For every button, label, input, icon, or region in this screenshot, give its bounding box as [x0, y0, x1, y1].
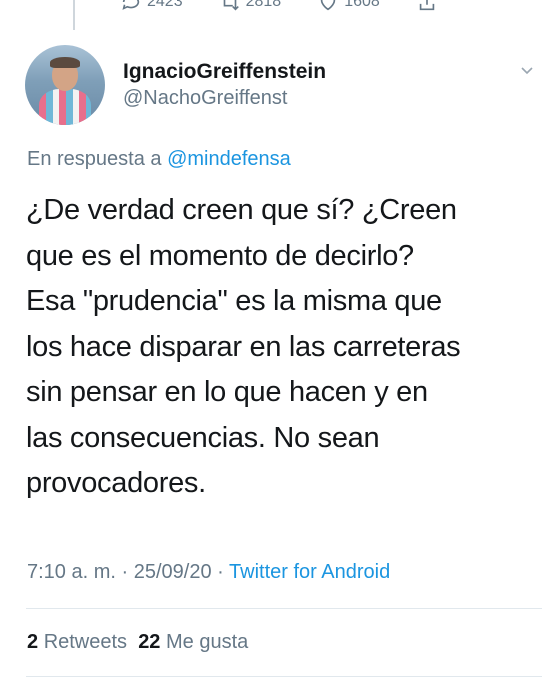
- retweet-icon: [223, 0, 239, 11]
- share-action[interactable]: [416, 0, 438, 13]
- retweets-label: Retweets: [43, 631, 128, 653]
- tweet-source-link[interactable]: Twitter for Android: [229, 561, 390, 583]
- tweet-text: ¿De verdad creen que sí? ¿Creen que es e…: [26, 194, 461, 499]
- reply-context: En respuesta a @mindefensa: [27, 148, 291, 171]
- meta-separator: ·: [217, 561, 224, 583]
- avatar[interactable]: [25, 45, 105, 125]
- thread-connector-line: [73, 0, 75, 30]
- likes-label: Me gusta: [166, 631, 249, 653]
- like-icon: [320, 0, 336, 11]
- chevron-down-icon[interactable]: [520, 63, 534, 77]
- reply-icon: [122, 0, 140, 10]
- retweets-stat[interactable]: 2 Retweets: [27, 631, 127, 653]
- author-names: IgnacioGreiffenstein @NachoGreiffenst: [123, 59, 540, 112]
- like-action[interactable]: 1608: [317, 0, 380, 13]
- divider: [26, 608, 542, 609]
- likes-count: 22: [138, 631, 161, 653]
- author-display-name[interactable]: IgnacioGreiffenstein: [123, 59, 540, 85]
- author-handle[interactable]: @NachoGreiffenst: [123, 85, 540, 112]
- tweet-meta: 7:10 a. m. · 25/09/20 · Twitter for Andr…: [27, 561, 390, 584]
- likes-stat[interactable]: 22 Me gusta: [138, 631, 248, 653]
- retweet-action[interactable]: 2818: [219, 0, 282, 13]
- meta-separator: ·: [121, 561, 129, 583]
- reply-action[interactable]: 2423: [120, 0, 183, 13]
- reply-count: 2423: [147, 0, 183, 10]
- tweet-header: IgnacioGreiffenstein @NachoGreiffenst: [25, 45, 540, 125]
- tweet-stats: 2 Retweets 22 Me gusta: [27, 631, 248, 654]
- retweet-count: 2818: [245, 0, 282, 10]
- share-icon: [419, 0, 435, 11]
- reply-prefix: En respuesta a: [27, 148, 162, 170]
- tweet-date[interactable]: 25/09/20: [134, 561, 212, 583]
- parent-tweet-actions: 2423 2818 1608: [120, 0, 438, 13]
- retweets-count: 2: [27, 631, 39, 653]
- tweet-time[interactable]: 7:10 a. m.: [27, 561, 116, 583]
- reply-mention-link[interactable]: @mindefensa: [167, 148, 291, 170]
- like-count: 1608: [344, 0, 380, 10]
